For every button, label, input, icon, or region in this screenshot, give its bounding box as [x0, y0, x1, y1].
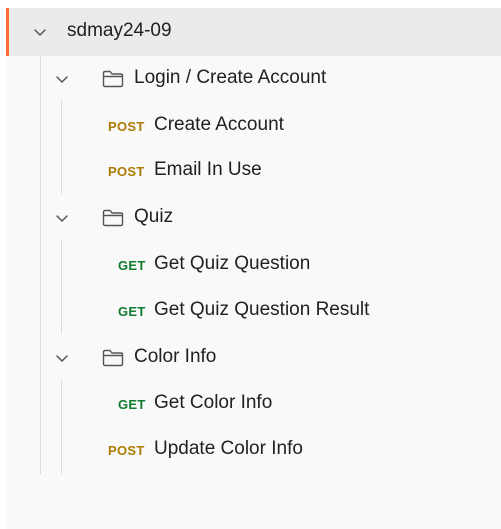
folder-icon — [102, 70, 124, 88]
collection-sidebar: sdmay24-09 Login / Create Account POST C… — [6, 8, 501, 529]
request-item-create-account[interactable]: POST Create Account — [6, 106, 501, 146]
folder-item-quiz[interactable]: Quiz — [6, 198, 501, 238]
folder-name: Color Info — [134, 346, 217, 367]
request-item-email-in-use[interactable]: POST Email In Use — [6, 151, 501, 191]
request-item-update-color-info[interactable]: POST Update Color Info — [6, 430, 501, 470]
collection-name: sdmay24-09 — [67, 20, 172, 41]
collection-item-sdmay24-09[interactable]: sdmay24-09 — [6, 8, 501, 56]
method-badge-get: GET — [118, 304, 146, 319]
request-item-get-quiz-question-result[interactable]: GET Get Quiz Question Result — [6, 291, 501, 331]
chevron-down-icon[interactable] — [33, 25, 47, 39]
request-item-get-color-info[interactable]: GET Get Color Info — [6, 384, 501, 424]
folder-item-login-create-account[interactable]: Login / Create Account — [6, 59, 501, 99]
method-badge-post: POST — [108, 443, 145, 458]
request-name: Get Quiz Question Result — [154, 299, 370, 320]
request-name: Update Color Info — [154, 438, 303, 459]
method-badge-get: GET — [118, 258, 146, 273]
folder-name: Login / Create Account — [134, 67, 327, 88]
request-item-get-quiz-question[interactable]: GET Get Quiz Question — [6, 245, 501, 285]
request-name: Get Color Info — [154, 392, 273, 413]
method-badge-post: POST — [108, 164, 145, 179]
chevron-down-icon[interactable] — [55, 72, 69, 86]
chevron-down-icon[interactable] — [55, 211, 69, 225]
folder-name: Quiz — [134, 206, 174, 227]
chevron-down-icon[interactable] — [55, 351, 69, 365]
request-name: Get Quiz Question — [154, 253, 311, 274]
request-name: Create Account — [154, 114, 284, 135]
selected-indicator — [6, 8, 9, 56]
folder-icon — [102, 209, 124, 227]
request-name: Email In Use — [154, 159, 262, 180]
folder-icon — [102, 349, 124, 367]
method-badge-get: GET — [118, 397, 146, 412]
folder-item-color-info[interactable]: Color Info — [6, 338, 501, 378]
method-badge-post: POST — [108, 119, 145, 134]
